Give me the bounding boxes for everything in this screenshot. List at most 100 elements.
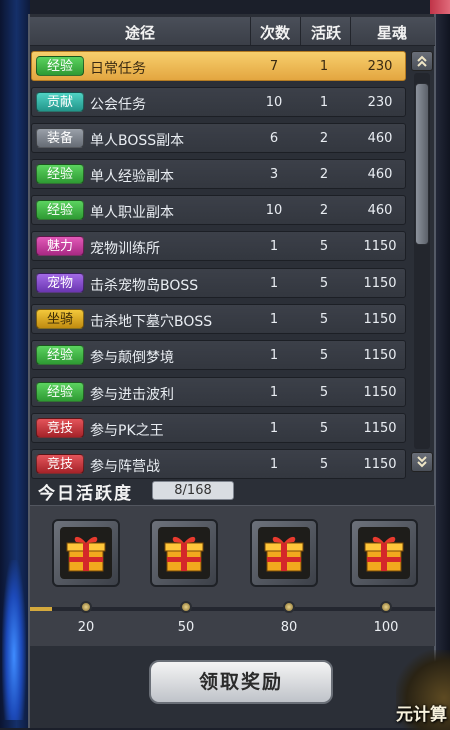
activity-row[interactable]: 宠物 击杀宠物岛BOSS 1 5 1150 xyxy=(31,268,406,298)
category-tag: 坐骑 xyxy=(36,309,84,329)
milestone-node xyxy=(180,601,192,613)
activity-active-points: 2 xyxy=(319,167,329,182)
category-tag: 竞技 xyxy=(36,418,84,438)
scroll-up-button[interactable] xyxy=(411,51,433,71)
reward-chest-100[interactable] xyxy=(350,519,418,587)
activity-soul-reward: 230 xyxy=(367,95,393,110)
activity-row[interactable]: 经验 参与进击波利 1 5 1150 xyxy=(31,377,406,407)
activity-times: 1 xyxy=(269,385,279,400)
activity-active-points: 2 xyxy=(319,203,329,218)
activity-soul-reward: 460 xyxy=(367,203,393,218)
today-activity-value: 8/168 xyxy=(152,481,234,500)
reward-chest-20[interactable] xyxy=(52,519,120,587)
gift-box-icon xyxy=(258,527,310,579)
category-tag: 贡献 xyxy=(36,92,84,112)
claim-reward-button[interactable]: 领取奖励 xyxy=(149,660,333,704)
activity-times: 1 xyxy=(269,239,279,254)
activity-name: 击杀地下墓穴BOSS xyxy=(90,314,213,330)
milestone-node xyxy=(80,601,92,613)
gift-box-icon xyxy=(158,527,210,579)
category-tag: 魅力 xyxy=(36,236,84,256)
reward-chest-80[interactable] xyxy=(250,519,318,587)
activity-soul-reward: 460 xyxy=(367,167,393,182)
header-soul: 星魂 xyxy=(376,24,407,42)
table-header: 途径 次数 活跃 星魂 xyxy=(30,17,435,46)
activity-times: 6 xyxy=(269,131,279,146)
category-tag: 经验 xyxy=(36,382,84,402)
category-tag: 经验 xyxy=(36,164,84,184)
activity-times: 3 xyxy=(269,167,279,182)
milestone-node xyxy=(283,601,295,613)
activity-active-points: 5 xyxy=(319,385,329,400)
activity-active-points: 5 xyxy=(319,312,329,327)
activity-active-points: 1 xyxy=(319,59,329,74)
activity-row[interactable]: 坐骑 击杀地下墓穴BOSS 1 5 1150 xyxy=(31,304,406,334)
activity-active-points: 5 xyxy=(319,239,329,254)
activity-active-points: 5 xyxy=(319,276,329,291)
activity-row[interactable]: 经验 日常任务 7 1 230 xyxy=(31,51,406,81)
blue-flame-decoration xyxy=(2,560,26,720)
activity-row[interactable]: 竞技 参与阵营战 1 5 1150 xyxy=(31,449,406,479)
double-chevron-up-icon xyxy=(417,55,427,67)
activity-soul-reward: 1150 xyxy=(363,421,397,436)
double-chevron-down-icon xyxy=(417,456,427,468)
activity-soul-reward: 230 xyxy=(367,59,393,74)
activity-times: 10 xyxy=(265,95,283,110)
activity-name: 击杀宠物岛BOSS xyxy=(90,278,199,294)
scrollbar-track[interactable] xyxy=(414,73,430,449)
left-decoration xyxy=(0,0,30,728)
activity-row[interactable]: 魅力 宠物训练所 1 5 1150 xyxy=(31,231,406,261)
gift-box-icon xyxy=(66,536,106,572)
milestone-label: 100 xyxy=(373,620,399,635)
right-decoration xyxy=(436,0,450,728)
category-tag: 经验 xyxy=(36,56,84,76)
activity-name: 宠物训练所 xyxy=(90,241,160,257)
activity-active-points: 2 xyxy=(319,131,329,146)
category-tag: 竞技 xyxy=(36,454,84,474)
header-divider xyxy=(350,17,351,45)
activity-row[interactable]: 贡献 公会任务 10 1 230 xyxy=(31,87,406,117)
activity-soul-reward: 1150 xyxy=(363,385,397,400)
activity-row[interactable]: 经验 参与颠倒梦境 1 5 1150 xyxy=(31,340,406,370)
activity-times: 10 xyxy=(265,203,283,218)
milestone-label: 20 xyxy=(77,620,95,635)
activity-row[interactable]: 装备 单人BOSS副本 6 2 460 xyxy=(31,123,406,153)
activity-name: 参与PK之王 xyxy=(90,423,164,439)
activity-times: 1 xyxy=(269,276,279,291)
activity-soul-reward: 1150 xyxy=(363,276,397,291)
activity-soul-reward: 1150 xyxy=(363,457,397,472)
activity-name: 日常任务 xyxy=(90,61,146,77)
milestone-label: 50 xyxy=(177,620,195,635)
category-tag: 经验 xyxy=(36,200,84,220)
gift-box-icon xyxy=(364,536,404,572)
activity-name: 单人经验副本 xyxy=(90,169,174,185)
activity-times: 1 xyxy=(269,457,279,472)
activity-name: 公会任务 xyxy=(90,97,146,113)
activity-soul-reward: 1150 xyxy=(363,312,397,327)
activity-active-points: 5 xyxy=(319,348,329,363)
activity-row[interactable]: 经验 单人职业副本 10 2 460 xyxy=(31,195,406,225)
gift-box-icon xyxy=(164,536,204,572)
gift-box-icon xyxy=(358,527,410,579)
top-accent-strip xyxy=(430,0,450,14)
milestone-label: 80 xyxy=(280,620,298,635)
activity-times: 1 xyxy=(269,312,279,327)
activity-soul-reward: 1150 xyxy=(363,348,397,363)
activity-name: 单人职业副本 xyxy=(90,205,174,221)
activity-row[interactable]: 经验 单人经验副本 3 2 460 xyxy=(31,159,406,189)
category-tag: 宠物 xyxy=(36,273,84,293)
reward-chest-50[interactable] xyxy=(150,519,218,587)
activity-times: 7 xyxy=(269,59,279,74)
scrollbar-thumb[interactable] xyxy=(415,83,429,245)
activity-name: 参与进击波利 xyxy=(90,387,174,403)
header-divider xyxy=(300,17,301,45)
today-activity-label: 今日活跃度 xyxy=(38,484,133,504)
activity-name: 参与颠倒梦境 xyxy=(90,350,174,366)
watermark-logo: 元计算 xyxy=(396,705,447,725)
category-tag: 装备 xyxy=(36,128,84,148)
header-active: 活跃 xyxy=(310,24,341,42)
activity-times: 1 xyxy=(269,421,279,436)
gift-box-icon xyxy=(60,527,112,579)
scroll-down-button[interactable] xyxy=(411,452,433,472)
activity-row[interactable]: 竞技 参与PK之王 1 5 1150 xyxy=(31,413,406,443)
